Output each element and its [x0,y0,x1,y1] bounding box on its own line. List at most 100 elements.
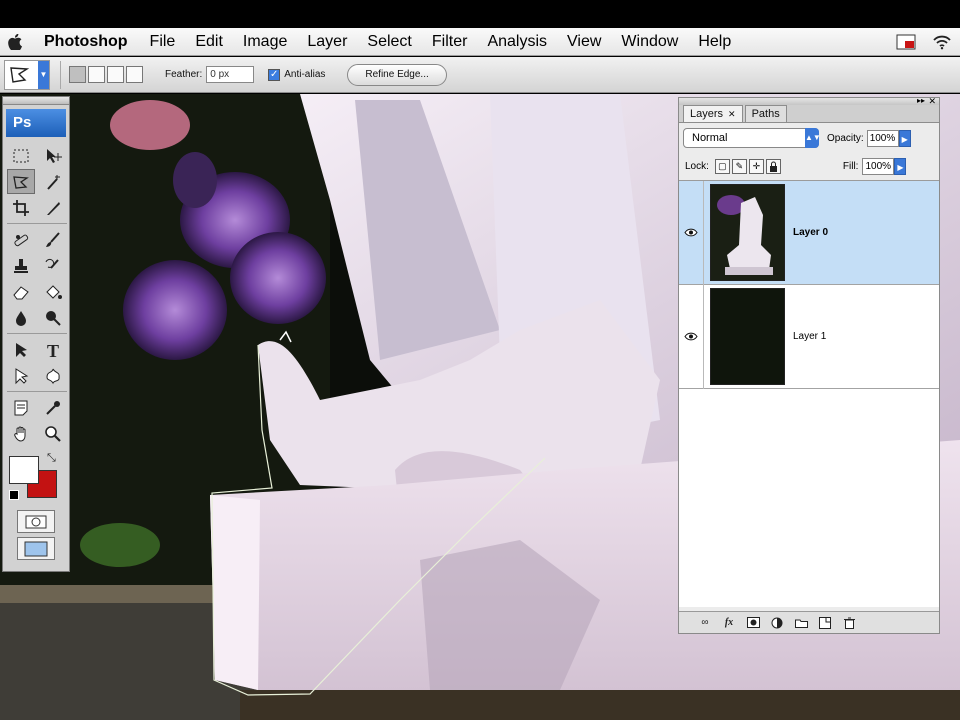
eye-icon[interactable] [679,180,704,285]
antialias-checkbox[interactable]: ✓ [268,68,281,81]
photoshop-logo[interactable]: Ps [6,109,66,137]
layer-thumbnail [710,184,785,281]
direct-selection-icon[interactable] [7,363,35,388]
lock-transparency-button[interactable]: ▢ [714,159,730,174]
quick-mask-button[interactable] [17,510,55,533]
tab-paths[interactable]: Paths [744,105,787,122]
screen-mode-button[interactable] [17,537,55,560]
menu-view[interactable]: View [557,28,611,56]
tool-preset-picker[interactable]: ▼ [4,59,50,90]
eye-icon[interactable] [679,284,704,389]
new-selection-button[interactable] [69,66,86,83]
menu-layer[interactable]: Layer [297,28,357,56]
wifi-icon[interactable] [924,28,960,56]
fill-slider-arrow[interactable]: ▶ [894,158,907,175]
magic-wand-icon[interactable] [39,169,67,194]
hand-icon[interactable] [7,421,35,446]
opacity-input[interactable]: 100% [866,129,899,147]
layer-row-layer-0[interactable]: Layer 0 [679,180,939,285]
type-icon[interactable]: T [39,337,67,362]
subtract-from-selection-button[interactable] [107,66,124,83]
menu-analysis[interactable]: Analysis [477,28,557,56]
dodge-icon[interactable] [39,305,67,330]
menu-app-photoshop[interactable]: Photoshop [30,28,140,56]
menu-file[interactable]: File [140,28,186,56]
fx-icon[interactable]: fx [721,615,737,630]
menu-help[interactable]: Help [688,28,741,56]
slice-icon[interactable] [39,195,67,220]
collapse-icon[interactable]: ▸▸ [917,96,925,105]
trash-icon[interactable] [841,615,857,630]
spot-healing-icon[interactable] [7,227,35,252]
menu-edit[interactable]: Edit [185,28,233,56]
path-selection-icon[interactable] [7,337,35,362]
layers-panel-titlebar[interactable]: ▸▸ ✕ [679,96,939,107]
chevron-updown-icon: ▲▼ [805,128,821,148]
screen-recorder-icon[interactable] [888,28,924,56]
svg-text:T: T [47,341,59,359]
blend-mode-select[interactable]: Normal ▲▼ [683,128,821,148]
mac-menu-bar: Photoshop File Edit Image Layer Select F… [0,28,960,56]
fill-input[interactable]: 100% [862,158,895,175]
lock-label: Lock: [685,161,709,172]
crop-icon[interactable] [7,195,35,220]
foreground-color-swatch[interactable] [9,456,39,484]
move-icon[interactable] [39,143,67,168]
tool-options-bar: ▼ Feather: 0 px ✓ Anti-alias Refine Edge… [0,57,960,93]
polygonal-lasso-icon [10,66,30,83]
selection-mode-group [69,66,143,83]
layer-name: Layer 0 [793,227,829,238]
fill-label: Fill: [842,161,859,172]
lock-image-button[interactable]: ✎ [731,159,747,174]
chevron-down-icon[interactable]: ▼ [38,60,49,89]
default-colors-icon[interactable] [9,490,19,500]
adjustment-layer-icon[interactable] [769,615,785,630]
custom-shape-icon[interactable] [39,363,67,388]
photoshop-window: Photoshop File Edit Image Layer Select F… [0,0,960,720]
layers-panel: ▸▸ ✕ Layers ✕ Paths Normal ▲▼ Opacity: 1… [678,96,940,634]
tab-layers[interactable]: Layers ✕ [683,105,743,122]
menu-select[interactable]: Select [357,28,421,56]
tab-layers-label: Layers [690,108,724,120]
tools-palette-titlebar[interactable] [3,97,69,105]
eraser-icon[interactable] [7,279,35,304]
tool-grid: T [3,141,69,448]
close-tab-icon[interactable]: ✕ [728,106,736,122]
lock-all-button[interactable] [765,159,781,174]
opacity-slider-arrow[interactable]: ▶ [898,129,911,147]
intersect-selection-button[interactable] [126,66,143,83]
antialias-label: Anti-alias [284,69,326,80]
close-icon[interactable]: ✕ [928,96,936,107]
layers-list-empty-area[interactable] [679,389,939,607]
add-to-selection-button[interactable] [88,66,105,83]
menu-window[interactable]: Window [611,28,688,56]
blur-icon[interactable] [7,305,35,330]
polygonal-lasso-icon[interactable] [7,169,35,194]
lock-position-button[interactable]: ✛ [748,159,764,174]
layer-mask-icon[interactable] [745,615,761,630]
tab-paths-label: Paths [751,108,780,120]
layer-row-layer-1[interactable]: Layer 1 [679,284,939,389]
menu-filter[interactable]: Filter [422,28,478,56]
blend-mode-value: Normal [692,132,728,144]
eyedropper-icon[interactable] [39,395,67,420]
rectangular-marquee-icon[interactable] [7,143,35,168]
link-layers-icon[interactable]: ∞ [697,615,713,630]
history-brush-icon[interactable] [39,253,67,278]
layer-thumbnail [710,288,785,385]
new-group-icon[interactable] [793,615,809,630]
swap-colors-icon[interactable]: ⤡ [47,452,56,465]
layers-panel-tabs: Layers ✕ Paths [679,105,939,123]
new-layer-icon[interactable] [817,615,833,630]
refine-edge-button[interactable]: Refine Edge... [347,63,447,86]
brush-icon[interactable] [39,227,67,252]
feather-input[interactable]: 0 px [206,66,255,83]
apple-icon[interactable] [0,28,30,56]
menu-image[interactable]: Image [233,28,297,56]
notes-icon[interactable] [7,395,35,420]
clone-stamp-icon[interactable] [7,253,35,278]
paint-bucket-icon[interactable] [39,279,67,304]
zoom-icon[interactable] [39,421,67,446]
layers-panel-footer: ∞ fx [679,611,939,633]
color-swatches: ⤡ [3,452,69,506]
